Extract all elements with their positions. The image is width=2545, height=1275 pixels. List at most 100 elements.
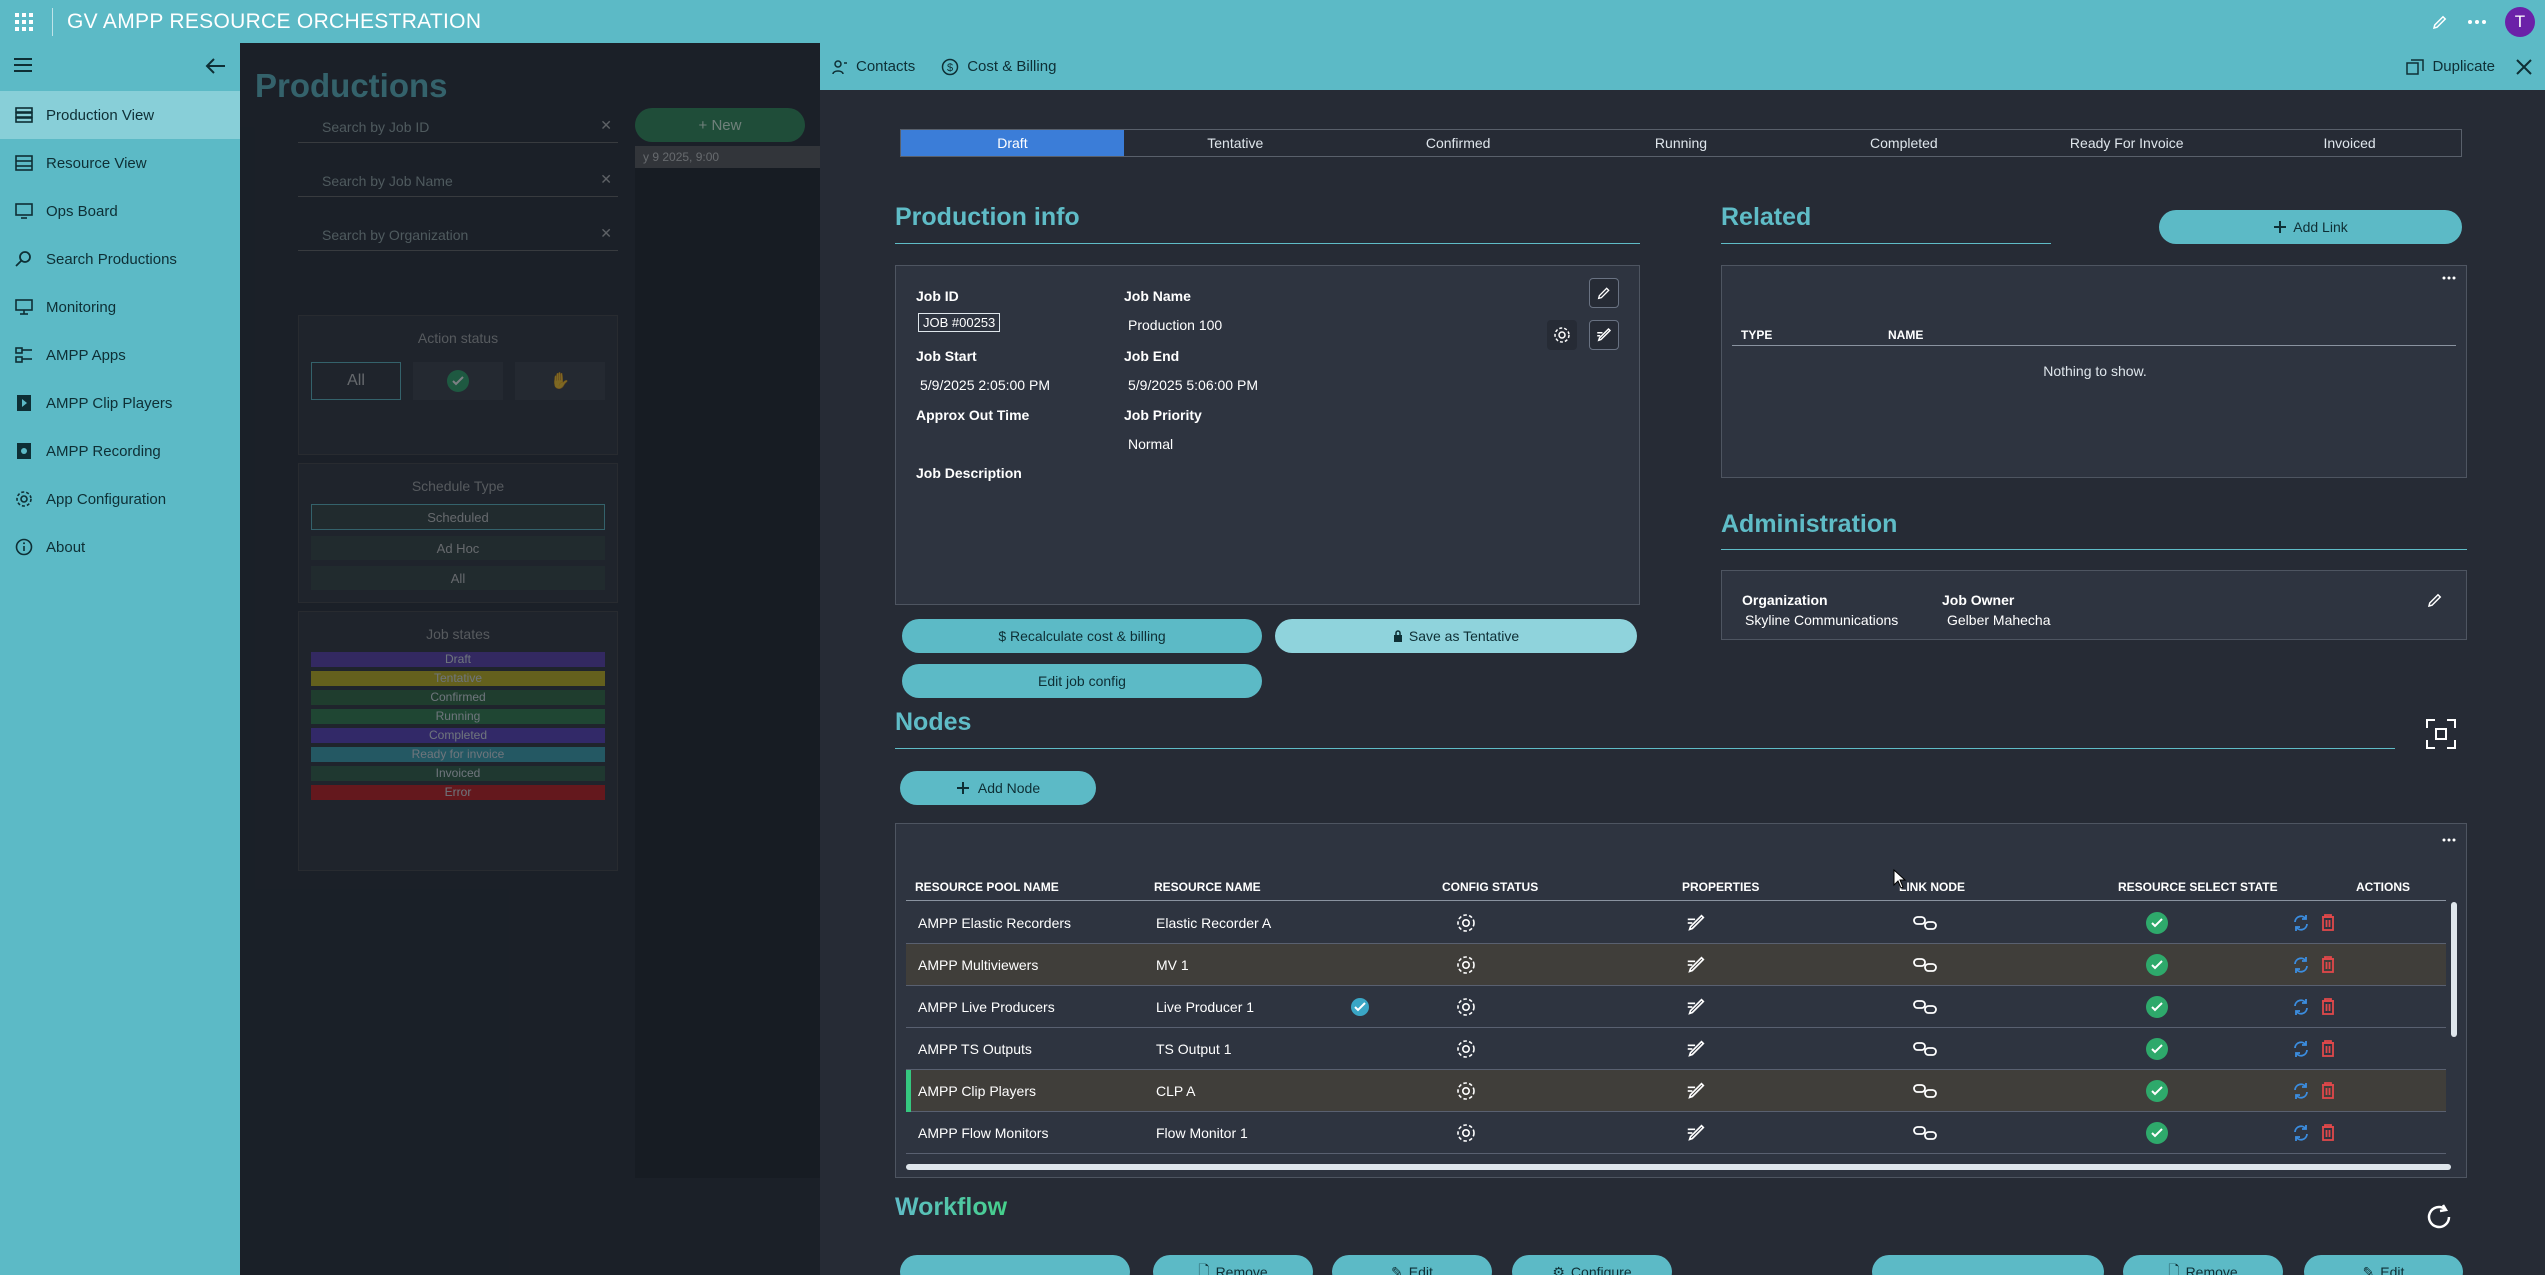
job-settings-button[interactable] — [1547, 320, 1577, 350]
edit-properties-button[interactable] — [1589, 320, 1619, 350]
more-icon[interactable] — [2442, 838, 2456, 842]
user-avatar[interactable]: T — [2505, 6, 2535, 37]
link-node-icon[interactable] — [1913, 1082, 1937, 1100]
search-job-name-input[interactable]: Search by Job Name ✕ — [298, 165, 618, 197]
workflow-remove-button-2[interactable]: 🗋 Remove — [2123, 1255, 2283, 1275]
workflow-edit-button[interactable]: ✎ Edit — [1332, 1255, 1492, 1275]
refresh-icon[interactable] — [2423, 1201, 2455, 1233]
sidebar-item-ampp-recording[interactable]: AMPP Recording — [0, 427, 240, 475]
edit-job-button[interactable] — [1589, 278, 1619, 308]
step-ready-for-invoice[interactable]: Ready For Invoice — [2015, 130, 2238, 156]
table-row[interactable]: AMPP Flow Monitors Flow Monitor 1 — [906, 1112, 2446, 1154]
delete-icon[interactable] — [2320, 1081, 2336, 1099]
save-as-tentative-button[interactable]: Save as Tentative — [1275, 619, 1637, 653]
link-node-icon[interactable] — [1913, 956, 1937, 974]
link-node-icon[interactable] — [1913, 914, 1937, 932]
step-tentative[interactable]: Tentative — [1124, 130, 1347, 156]
hamburger-icon[interactable] — [14, 58, 32, 72]
recalculate-cost-button[interactable]: $ Recalculate cost & billing — [902, 619, 1262, 653]
job-state-item[interactable]: Error — [311, 785, 605, 800]
workflow-configure-button[interactable]: ⚙ Configure — [1512, 1255, 1672, 1275]
workflow-edit-button-2[interactable]: ✎ Edit — [2304, 1255, 2463, 1275]
clear-icon[interactable]: ✕ — [600, 117, 612, 134]
job-state-item[interactable]: Completed — [311, 728, 605, 743]
edit-job-config-button[interactable]: Edit job config — [902, 664, 1262, 698]
table-row[interactable]: AMPP Live Producers Live Producer 1 — [906, 986, 2446, 1028]
sidebar-item-app-configuration[interactable]: App Configuration — [0, 475, 240, 523]
vertical-scrollbar[interactable] — [2451, 902, 2457, 1037]
search-organization-input[interactable]: Search by Organization ✕ — [298, 219, 618, 251]
properties-edit-icon[interactable] — [1685, 912, 1707, 934]
job-state-item[interactable]: Running — [311, 709, 605, 724]
step-draft[interactable]: Draft — [901, 130, 1124, 156]
table-row[interactable]: AMPP TS Outputs TS Output 1 — [906, 1028, 2446, 1070]
sidebar-item-search-productions[interactable]: Search Productions — [0, 235, 240, 283]
close-icon[interactable] — [2515, 58, 2533, 76]
duplicate-button[interactable]: Duplicate — [2406, 58, 2495, 75]
horizontal-scrollbar[interactable] — [906, 1164, 2451, 1170]
clear-icon[interactable]: ✕ — [600, 225, 612, 242]
config-status-gear-icon[interactable] — [1455, 1080, 1477, 1102]
sidebar-item-about[interactable]: About — [0, 523, 240, 571]
app-grid-icon[interactable] — [12, 10, 36, 34]
sidebar-item-ampp-apps[interactable]: AMPP Apps — [0, 331, 240, 379]
delete-icon[interactable] — [2320, 913, 2336, 931]
all-schedule-filter[interactable]: All — [311, 566, 605, 590]
workflow-primary-button[interactable] — [900, 1255, 1130, 1275]
sidebar-item-ampp-clip-players[interactable]: AMPP Clip Players — [0, 379, 240, 427]
properties-edit-icon[interactable] — [1685, 1080, 1707, 1102]
workflow-remove-button[interactable]: 🗋 Remove — [1153, 1255, 1313, 1275]
job-state-item[interactable]: Invoiced — [311, 766, 605, 781]
more-icon[interactable] — [2467, 19, 2487, 25]
error-filter-button[interactable]: ✋ — [515, 362, 605, 400]
table-row[interactable]: AMPP Multiviewers MV 1 — [906, 944, 2446, 986]
edit-administration-icon[interactable] — [2426, 591, 2444, 609]
new-production-button[interactable]: + New — [635, 108, 805, 142]
delete-icon[interactable] — [2320, 1039, 2336, 1057]
job-state-item[interactable]: Confirmed — [311, 690, 605, 705]
sidebar-item-resource-view[interactable]: Resource View — [0, 139, 240, 187]
config-status-gear-icon[interactable] — [1455, 912, 1477, 934]
workflow-secondary-button[interactable] — [1872, 1255, 2104, 1275]
properties-edit-icon[interactable] — [1685, 954, 1707, 976]
swap-resource-icon[interactable] — [2291, 956, 2311, 974]
sidebar-item-production-view[interactable]: Production View — [0, 91, 240, 139]
fullscreen-icon[interactable] — [2425, 718, 2457, 750]
collapse-arrow-icon[interactable] — [205, 57, 227, 75]
ok-filter-button[interactable] — [413, 362, 504, 400]
job-state-item[interactable]: Draft — [311, 652, 605, 667]
search-job-id-input[interactable]: Search by Job ID ✕ — [298, 111, 618, 143]
swap-resource-icon[interactable] — [2291, 998, 2311, 1016]
link-node-icon[interactable] — [1913, 1124, 1937, 1142]
table-row[interactable]: AMPP Clip Players CLP A — [906, 1070, 2446, 1112]
add-link-button[interactable]: Add Link — [2159, 210, 2462, 244]
link-node-icon[interactable] — [1913, 998, 1937, 1016]
properties-edit-icon[interactable] — [1685, 1038, 1707, 1060]
job-state-item[interactable]: Ready for invoice — [311, 747, 605, 762]
config-status-gear-icon[interactable] — [1455, 996, 1477, 1018]
swap-resource-icon[interactable] — [2291, 1082, 2311, 1100]
link-node-icon[interactable] — [1913, 1040, 1937, 1058]
config-status-gear-icon[interactable] — [1455, 1038, 1477, 1060]
cost-billing-button[interactable]: $ Cost & Billing — [941, 58, 1056, 76]
properties-edit-icon[interactable] — [1685, 996, 1707, 1018]
step-completed[interactable]: Completed — [1792, 130, 2015, 156]
delete-icon[interactable] — [2320, 1123, 2336, 1141]
job-state-item[interactable]: Tentative — [311, 671, 605, 686]
contacts-button[interactable]: Contacts — [832, 58, 915, 75]
ad-hoc-filter[interactable]: Ad Hoc — [311, 536, 605, 560]
pencil-icon[interactable] — [2431, 13, 2449, 31]
sidebar-item-ops-board[interactable]: Ops Board — [0, 187, 240, 235]
more-icon[interactable] — [2442, 276, 2456, 280]
properties-edit-icon[interactable] — [1685, 1122, 1707, 1144]
scheduled-filter[interactable]: Scheduled — [311, 504, 605, 530]
swap-resource-icon[interactable] — [2291, 1040, 2311, 1058]
table-row[interactable]: AMPP Elastic Recorders Elastic Recorder A — [906, 902, 2446, 944]
add-node-button[interactable]: Add Node — [900, 771, 1096, 805]
clear-icon[interactable]: ✕ — [600, 171, 612, 188]
step-confirmed[interactable]: Confirmed — [1347, 130, 1570, 156]
swap-resource-icon[interactable] — [2291, 1124, 2311, 1142]
config-status-gear-icon[interactable] — [1455, 954, 1477, 976]
step-running[interactable]: Running — [1570, 130, 1793, 156]
delete-icon[interactable] — [2320, 997, 2336, 1015]
